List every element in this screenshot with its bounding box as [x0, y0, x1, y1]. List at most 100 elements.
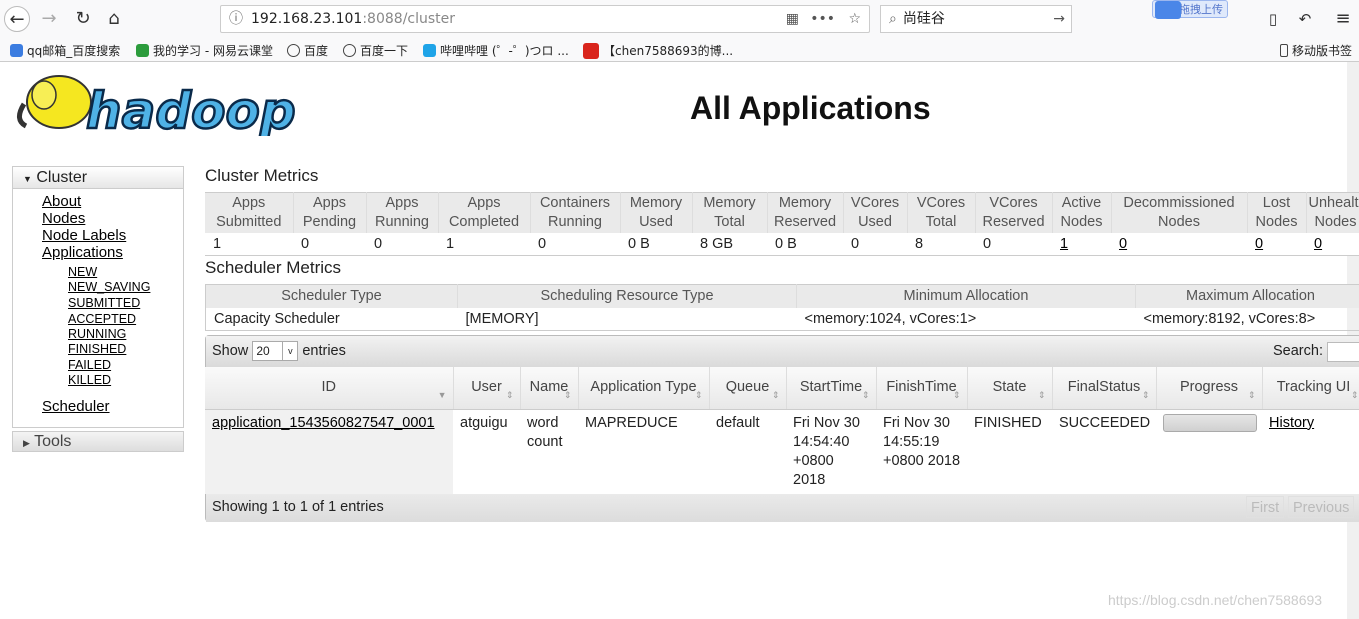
bookmark-item[interactable]: qq邮箱_百度搜索 [10, 42, 120, 59]
upload-popup[interactable]: 拖拽上传 [1152, 0, 1228, 19]
sidebar-state-killed[interactable]: KILLED [68, 373, 111, 387]
header-text: Pending [302, 214, 357, 230]
nodes-link[interactable]: 0 [1314, 236, 1322, 252]
go-arrow-icon[interactable]: → [1053, 6, 1065, 32]
previous-page-button[interactable]: Previous [1288, 496, 1355, 518]
bookmark-star-icon[interactable]: ☆ [848, 6, 861, 32]
undo-icon[interactable]: ↶ [1292, 6, 1318, 32]
bookmark-item[interactable]: 百度一下 [343, 42, 408, 59]
bookmark-item[interactable]: 百度 [287, 42, 328, 59]
elephant-icon: hadoop [17, 75, 297, 141]
sort-icon: ⇕ [1141, 389, 1150, 400]
more-icon[interactable]: ••• [810, 6, 835, 32]
metrics-header: Memory Total [692, 192, 768, 233]
header-text: Memory [778, 195, 832, 211]
sidebar-state-running[interactable]: RUNNING [68, 327, 126, 341]
header-text: FinalStatus [1067, 379, 1141, 396]
metrics-header: VCores Total [907, 192, 976, 233]
column-header[interactable]: FinishTime ⇕ [876, 367, 968, 410]
back-button[interactable]: ← [4, 6, 30, 32]
cell-name: word count [520, 409, 578, 494]
metrics-value: 1 [438, 233, 530, 256]
column-header[interactable]: Name ⇕ [520, 367, 579, 410]
entries-select[interactable]: 20 v [252, 341, 299, 362]
sidebar-link-nodes[interactable]: Nodes [42, 210, 85, 227]
first-page-button[interactable]: First [1246, 496, 1285, 518]
column-header[interactable]: Application Type ⇕ [578, 367, 710, 410]
sidebar-state-finished[interactable]: FINISHED [68, 342, 126, 356]
header-text: Reserved [982, 214, 1045, 230]
sidebar-link-applications[interactable]: Applications [42, 244, 123, 261]
column-header[interactable]: Tracking UI ⇕ [1262, 367, 1359, 410]
sidebar-icon[interactable]: ▯ [1260, 6, 1286, 32]
metrics-value: 1 [205, 233, 293, 256]
cell-start: Fri Nov 30 14:54:40 +0800 2018 [786, 409, 876, 494]
sidebar-link-scheduler[interactable]: Scheduler [42, 398, 110, 415]
sidebar-state-failed[interactable]: FAILED [68, 358, 111, 372]
column-header[interactable]: StartTime ⇕ [786, 367, 877, 410]
bookmarks-bar: qq邮箱_百度搜索 我的学习 - 网易云课堂 百度 百度一下 哔哩哔哩 (゜-゜… [0, 38, 1359, 62]
metrics-header: Active Nodes [1052, 192, 1112, 233]
history-link[interactable]: History [1269, 415, 1314, 431]
column-header[interactable]: FinalStatus ⇕ [1052, 367, 1157, 410]
url-path: :8088/cluster [362, 11, 456, 27]
sidebar: ▼ Cluster About Nodes Node Labels Applic… [12, 166, 184, 428]
sidebar-state-new-saving[interactable]: NEW_SAVING [68, 280, 150, 294]
value-text: 1 [446, 236, 455, 252]
cell-text: Fri Nov 30 14:55:19 +0800 2018 [883, 414, 961, 469]
cell-tracking: History [1262, 409, 1359, 494]
nodes-link[interactable]: 0 [1255, 236, 1263, 252]
sort-icon: ⇕ [563, 389, 572, 400]
tools-label: Tools [34, 433, 72, 450]
hadoop-logo: hadoop [14, 70, 314, 141]
sidebar-link-about[interactable]: About [42, 193, 81, 210]
forward-button[interactable]: → [36, 6, 62, 32]
bookmark-item[interactable]: 哔哩哔哩 (゜-゜)つロ ... [423, 42, 569, 59]
bookmark-item[interactable]: 我的学习 - 网易云课堂 [136, 42, 273, 59]
sidebar-link-node-labels[interactable]: Node Labels [42, 227, 126, 244]
cell-text: Fri Nov 30 14:54:40 +0800 2018 [793, 414, 860, 488]
sidebar-state-submitted[interactable]: SUBMITTED [68, 296, 140, 310]
column-header[interactable]: Queue ⇕ [709, 367, 787, 410]
column-header[interactable]: ID ▼ [205, 367, 454, 410]
metrics-value: 0 [366, 233, 438, 256]
sort-icon: ⇕ [861, 389, 870, 400]
table-search-input[interactable] [1327, 342, 1359, 362]
scheduler-value: Capacity Scheduler [214, 310, 340, 327]
menu-icon[interactable]: ≡ [1330, 6, 1356, 32]
search-input[interactable]: 尚硅谷 [903, 11, 945, 27]
application-link[interactable]: application_1543560827547_0001 [212, 415, 435, 431]
header-text: Containers [539, 195, 611, 211]
nodes-link[interactable]: 0 [1119, 236, 1127, 252]
qr-code-icon[interactable]: ▦ [786, 6, 799, 32]
upload-label: 拖拽上传 [1179, 3, 1223, 16]
metrics-header: Unhealthy Nodes [1306, 192, 1359, 233]
url-bar[interactable]: ⓘ 192.168.23.101:8088/cluster ▦ ••• ☆ [220, 5, 870, 33]
header-text: VCores [850, 195, 900, 211]
entries-value: 20 [256, 344, 270, 359]
search-label: Search: [1273, 343, 1323, 359]
nodes-link[interactable]: 1 [1060, 236, 1068, 252]
column-header[interactable]: State ⇕ [967, 367, 1053, 410]
scheduler-metrics-table: Scheduler Type Scheduling Resource Type Mi… [205, 284, 1359, 331]
header-text: Apps [467, 195, 501, 211]
cell-progress [1156, 409, 1262, 494]
triangle-down-icon: ▼ [23, 174, 32, 184]
reload-button[interactable]: ↻ [70, 6, 96, 32]
search-bar[interactable]: ⌕ 尚硅谷 → [880, 5, 1072, 33]
column-header[interactable]: User ⇕ [453, 367, 521, 410]
header-text: State [992, 379, 1027, 396]
paw-icon [10, 44, 23, 57]
sidebar-state-new[interactable]: NEW [68, 265, 97, 279]
mobile-bookmarks[interactable]: 移动版书签 [1280, 42, 1352, 59]
header-text: Lost [1262, 195, 1291, 211]
column-header[interactable]: Progress ⇕ [1156, 367, 1263, 410]
tools-section-header[interactable]: ▶ Tools [12, 431, 184, 452]
bookmark-item[interactable]: 【chen7588693的博... [583, 42, 733, 59]
sidebar-state-accepted[interactable]: ACCEPTED [68, 312, 136, 326]
home-button[interactable]: ⌂ [101, 6, 127, 32]
header-text: Apps [312, 195, 347, 211]
cluster-section-header[interactable]: ▼ Cluster [13, 167, 183, 189]
url-host: 192.168.23.101 [251, 11, 363, 27]
metrics-value: 1 [1052, 233, 1111, 256]
